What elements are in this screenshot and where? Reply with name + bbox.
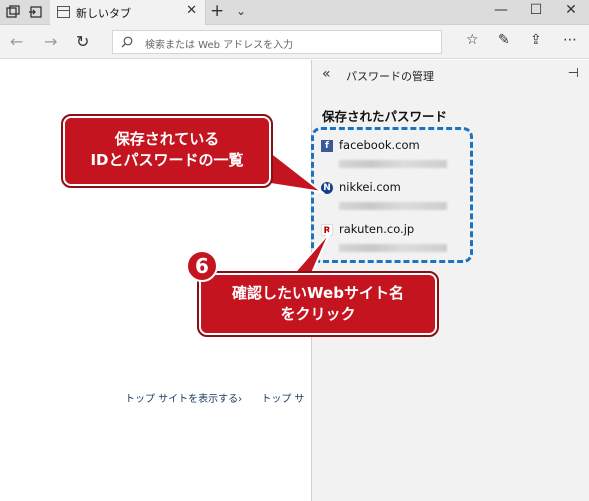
callout-line: 保存されている <box>114 130 220 148</box>
callout-line: IDとパスワードの一覧 <box>90 151 244 169</box>
annotation-callout-list: 保存されている IDとパスワードの一覧 <box>61 114 273 188</box>
callout-line: をクリック <box>280 305 356 323</box>
callout-line: 確認したいWebサイト名 <box>232 284 404 302</box>
step-number-badge: 6 <box>186 250 218 282</box>
annotation-callout-click: 確認したいWebサイト名 をクリック <box>197 271 439 337</box>
annotation-arrows <box>256 148 331 284</box>
